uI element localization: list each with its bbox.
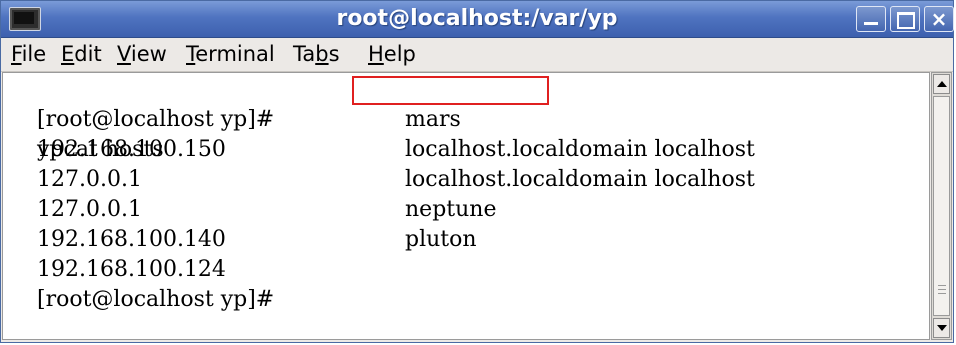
minimize-button[interactable]	[856, 6, 886, 32]
menu-tabs[interactable]: Tabs	[293, 38, 340, 71]
output-row: 192.168.100.124 pluton	[9, 225, 477, 282]
host-names: pluton	[405, 227, 477, 252]
host-names: localhost.localdomain localhost	[405, 137, 755, 162]
output-row: 192.168.100.140 neptune	[9, 195, 497, 252]
menu-bar: File Edit View Terminal Tabs Help	[1, 38, 953, 72]
terminal-output[interactable]: [root@localhost yp]# ypcat hosts 192.168…	[2, 72, 930, 340]
final-prompt-line: [root@localhost yp]#	[9, 255, 274, 312]
scrollbar-thumb[interactable]	[933, 96, 950, 316]
menu-terminal[interactable]: Terminal	[186, 38, 275, 71]
menu-view[interactable]: View	[117, 38, 167, 71]
window-title: root@localhost:/var/yp	[336, 6, 618, 31]
grip-line	[938, 289, 946, 290]
host-names: localhost.localdomain localhost	[405, 167, 755, 192]
command-highlight-box	[352, 76, 549, 105]
close-button[interactable]: ×	[924, 6, 954, 32]
title-bar[interactable]: root@localhost:/var/yp ×	[1, 1, 954, 38]
grip-line	[938, 285, 946, 286]
host-names: neptune	[405, 197, 497, 222]
grip-line	[938, 293, 946, 294]
scroll-up-arrow-icon[interactable]	[933, 74, 950, 94]
vertical-scrollbar[interactable]	[931, 72, 952, 340]
scroll-down-arrow-icon[interactable]	[933, 318, 950, 338]
host-names: mars	[405, 107, 461, 132]
output-row: 192.168.100.150 mars	[9, 105, 461, 162]
maximize-button[interactable]	[890, 6, 920, 32]
output-row: 127.0.0.1 localhost.localdomain localhos…	[9, 165, 755, 222]
output-row: 127.0.0.1 localhost.localdomain localhos…	[9, 135, 755, 192]
shell-prompt: [root@localhost yp]#	[36, 287, 275, 312]
command-line: [root@localhost yp]# ypcat hosts	[9, 75, 549, 162]
menu-help[interactable]: Help	[368, 38, 416, 71]
menu-edit[interactable]: Edit	[61, 38, 102, 71]
close-icon: ×	[930, 7, 948, 31]
menu-file[interactable]: File	[11, 38, 46, 71]
